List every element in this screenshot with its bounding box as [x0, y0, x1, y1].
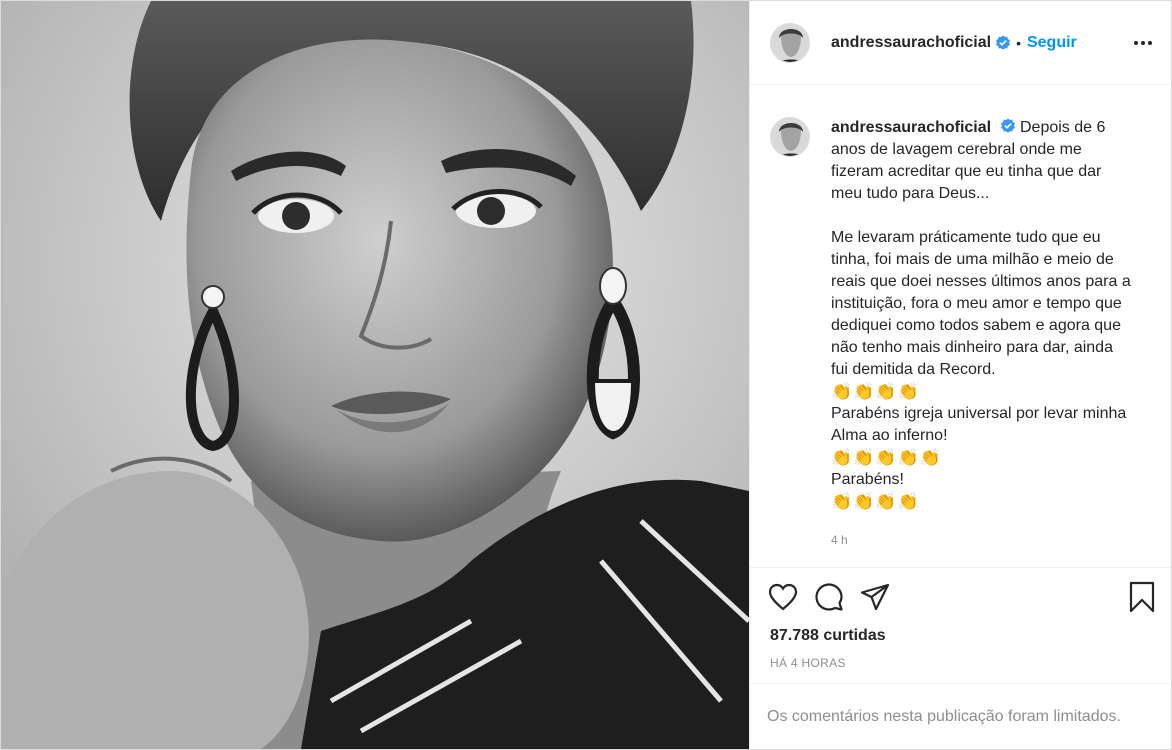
post-header: andressaurachoficial • Seguir [750, 1, 1171, 85]
comments-limited-notice: Os comentários nesta publicação foram li… [750, 683, 1171, 749]
comment-icon[interactable] [812, 580, 846, 614]
post-photo[interactable] [1, 1, 749, 749]
clap-emoji-row: 👏👏👏👏 [831, 492, 920, 511]
clap-emoji-row: 👏👏👏👏 [831, 382, 920, 401]
bookmark-icon[interactable] [1125, 580, 1159, 614]
follow-button[interactable]: Seguir [1027, 34, 1077, 52]
portrait-image [1, 1, 749, 749]
caption-comment: andressaurachoficial Depois de 6 anos de… [770, 117, 1155, 551]
caption-line: Parabéns! [831, 471, 904, 488]
caption-username[interactable]: andressaurachoficial [831, 119, 991, 136]
more-options-icon[interactable] [1131, 31, 1155, 55]
avatar[interactable] [770, 22, 810, 63]
separator-dot: • [1016, 34, 1021, 51]
avatar-image [771, 23, 809, 62]
paper-plane-icon[interactable] [858, 580, 892, 614]
caption-avatar[interactable] [770, 117, 810, 157]
avatar-image [771, 118, 809, 156]
caption-line: Parabéns igreja universal por levar minh… [831, 405, 1127, 444]
post-sidebar: andressaurachoficial • Seguir andressaur… [749, 1, 1171, 749]
caption-text: andressaurachoficial Depois de 6 anos de… [831, 117, 1131, 551]
caption-timestamp[interactable]: 4 h [831, 529, 1131, 551]
action-bar [750, 567, 1171, 625]
verified-badge-icon [995, 35, 1011, 51]
post-timestamp[interactable]: HÁ 4 HORAS [750, 651, 1171, 683]
heart-icon[interactable] [766, 580, 800, 614]
caption-body-paragraph: Me levaram práticamente tudo que eu tinh… [831, 229, 1131, 378]
likes-count[interactable]: 87.788 curtidas [750, 625, 1171, 651]
caption-area: andressaurachoficial Depois de 6 anos de… [750, 85, 1171, 567]
clap-emoji-row: 👏👏👏👏👏 [831, 448, 942, 467]
verified-badge-icon [1000, 118, 1016, 134]
post-modal: andressaurachoficial • Seguir andressaur… [0, 0, 1172, 750]
header-username[interactable]: andressaurachoficial [831, 34, 991, 52]
